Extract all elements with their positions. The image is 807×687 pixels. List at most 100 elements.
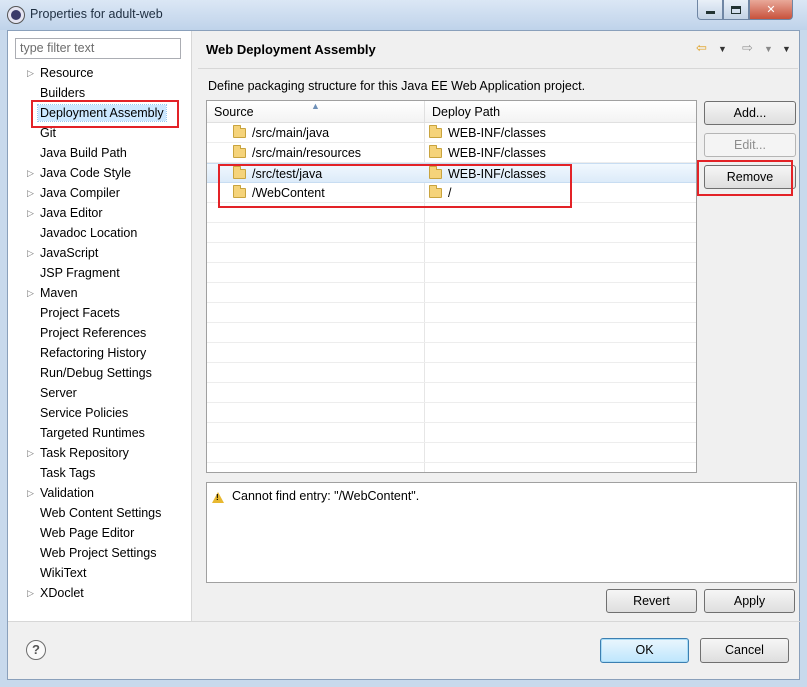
tree-item-jsp-fragment[interactable]: JSP Fragment (8, 263, 192, 283)
expand-arrow-icon[interactable]: ▷ (27, 283, 34, 303)
tree-item-builders[interactable]: Builders (8, 83, 192, 103)
header-divider (198, 68, 798, 69)
tree-item-java-compiler[interactable]: ▷ Java Compiler (8, 183, 192, 203)
folder-icon (429, 185, 442, 198)
property-tree: ▷ Resource Builders Deployment Assembly Git J… (8, 63, 192, 603)
maximize-button[interactable] (723, 0, 749, 20)
tree-item-refactoring-history[interactable]: Refactoring History (8, 343, 192, 363)
warning-message: Cannot find entry: "/WebContent". (232, 489, 420, 503)
tree-item-javascript[interactable]: ▷ JavaScript (8, 243, 192, 263)
view-menu-icon[interactable]: ▼ (782, 44, 791, 54)
expand-arrow-icon[interactable]: ▷ (27, 583, 34, 603)
empty-row (207, 263, 696, 283)
tree-item-label: Project Facets (40, 306, 120, 320)
empty-row (207, 383, 696, 403)
table-header: Source ▲ Deploy Path (207, 101, 696, 123)
tree-item-java-build-path[interactable]: Java Build Path (8, 143, 192, 163)
column-header-deploy-path[interactable]: Deploy Path (425, 101, 696, 123)
expand-arrow-icon[interactable]: ▷ (27, 183, 34, 203)
tree-item-project-references[interactable]: Project References (8, 323, 192, 343)
page-description: Define packaging structure for this Java… (208, 79, 586, 93)
tree-item-label: XDoclet (40, 586, 84, 600)
tree-item-web-content-settings[interactable]: Web Content Settings (8, 503, 192, 523)
tree-item-resource[interactable]: ▷ Resource (8, 63, 192, 83)
edit-button[interactable]: Edit... (704, 133, 796, 157)
expand-arrow-icon[interactable]: ▷ (27, 243, 34, 263)
tree-item-deployment-assembly[interactable]: Deployment Assembly (8, 103, 192, 123)
table-row[interactable]: /src/main/java WEB-INF/classes (207, 123, 696, 143)
tree-item-label: Builders (40, 86, 86, 100)
footer-divider (8, 621, 801, 622)
empty-row (207, 303, 696, 323)
empty-row (207, 223, 696, 243)
property-nav-pane: type filter text ▷ Resource Builders Deploy… (8, 31, 192, 621)
help-icon[interactable]: ? (26, 640, 46, 660)
tree-item-task-repository[interactable]: ▷ Task Repository (8, 443, 192, 463)
column-header-source[interactable]: Source ▲ (207, 101, 425, 123)
empty-row (207, 423, 696, 443)
tree-item-targeted-runtimes[interactable]: Targeted Runtimes (8, 423, 192, 443)
page-title: Web Deployment Assembly (206, 42, 376, 57)
history-nav: ⇦ ▼ ⇨ ▼ ▼ (696, 40, 792, 58)
tree-item-label: Task Tags (40, 466, 96, 480)
tree-item-label: Git (40, 126, 56, 140)
expand-arrow-icon[interactable]: ▷ (27, 203, 34, 223)
back-dropdown-icon[interactable]: ▼ (718, 44, 727, 54)
table-row-selected[interactable]: /src/test/java WEB-INF/classes (207, 163, 696, 183)
apply-button[interactable]: Apply (704, 589, 795, 613)
empty-row (207, 323, 696, 343)
tree-item-xdoclet[interactable]: ▷ XDoclet (8, 583, 192, 603)
folder-icon (429, 145, 442, 158)
table-row[interactable]: /src/main/resources WEB-INF/classes (207, 143, 696, 163)
add-button[interactable]: Add... (704, 101, 796, 125)
tree-item-validation[interactable]: ▷ Validation (8, 483, 192, 503)
back-arrow-icon[interactable]: ⇦ (696, 40, 707, 56)
tree-item-label: Java Code Style (40, 166, 132, 180)
expand-arrow-icon[interactable]: ▷ (27, 163, 34, 183)
tree-item-label: Java Editor (40, 206, 103, 220)
tree-item-javadoc-location[interactable]: Javadoc Location (8, 223, 192, 243)
minimize-button[interactable] (697, 0, 723, 20)
expand-arrow-icon[interactable]: ▷ (27, 63, 34, 83)
tree-item-label: Javadoc Location (40, 226, 138, 240)
empty-row (207, 443, 696, 463)
tree-item-label: Validation (40, 486, 94, 500)
forward-arrow-icon[interactable]: ⇨ (742, 40, 753, 56)
expand-arrow-icon[interactable]: ▷ (27, 483, 34, 503)
tree-item-java-code-style[interactable]: ▷ Java Code Style (8, 163, 192, 183)
tree-item-maven[interactable]: ▷ Maven (8, 283, 192, 303)
title-bar: Properties for adult-web ✕ (0, 0, 807, 30)
tree-item-service-policies[interactable]: Service Policies (8, 403, 192, 423)
tree-item-web-page-editor[interactable]: Web Page Editor (8, 523, 192, 543)
table-row[interactable]: /WebContent / (207, 183, 696, 203)
revert-button[interactable]: Revert (606, 589, 697, 613)
empty-row (207, 283, 696, 303)
close-button[interactable]: ✕ (749, 0, 793, 20)
tree-item-label: Service Policies (40, 406, 129, 420)
empty-row (207, 243, 696, 263)
tree-item-label: Refactoring History (40, 346, 147, 360)
tree-item-run-debug-settings[interactable]: Run/Debug Settings (8, 363, 192, 383)
tree-item-task-tags[interactable]: Task Tags (8, 463, 192, 483)
filter-input[interactable]: type filter text (15, 38, 181, 59)
ok-button[interactable]: OK (600, 638, 689, 663)
source-cell: /WebContent (233, 183, 325, 203)
remove-button[interactable]: Remove (704, 165, 796, 189)
tree-item-wikitext[interactable]: WikiText (8, 563, 192, 583)
deploy-path-cell: WEB-INF/classes (429, 143, 546, 163)
close-icon: ✕ (766, 4, 776, 16)
deploy-path-cell: WEB-INF/classes (429, 123, 546, 143)
empty-row (207, 363, 696, 383)
cancel-button[interactable]: Cancel (700, 638, 789, 663)
tree-item-server[interactable]: Server (8, 383, 192, 403)
tree-item-label: Java Build Path (40, 146, 127, 160)
tree-item-java-editor[interactable]: ▷ Java Editor (8, 203, 192, 223)
tree-item-git[interactable]: Git (8, 123, 192, 143)
expand-arrow-icon[interactable]: ▷ (27, 443, 34, 463)
forward-dropdown-icon[interactable]: ▼ (764, 44, 773, 54)
tree-item-project-facets[interactable]: Project Facets (8, 303, 192, 323)
tree-item-label: Web Page Editor (40, 526, 135, 540)
tree-item-web-project-settings[interactable]: Web Project Settings (8, 543, 192, 563)
message-area: Cannot find entry: "/WebContent". (206, 482, 797, 583)
assembly-table[interactable]: Source ▲ Deploy Path /src/main/java WEB-… (206, 100, 697, 473)
